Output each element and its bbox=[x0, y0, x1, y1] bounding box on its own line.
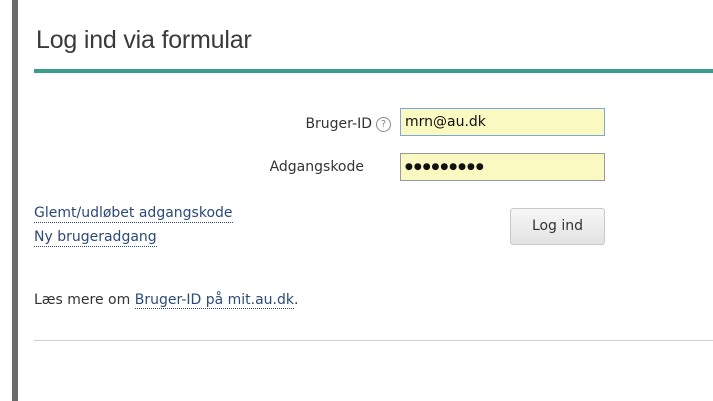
userid-label: Bruger-ID bbox=[305, 116, 372, 132]
login-button[interactable]: Log ind bbox=[510, 208, 605, 245]
read-more-suffix: . bbox=[294, 292, 299, 308]
bottom-divider bbox=[34, 340, 713, 341]
userid-info-link[interactable]: Bruger-ID på mit.au.dk bbox=[134, 292, 295, 309]
read-more-text: Læs mere om Bruger-ID på mit.au.dk. bbox=[34, 292, 299, 309]
new-user-link[interactable]: Ny brugeradgang bbox=[34, 229, 157, 247]
userid-input[interactable] bbox=[400, 108, 605, 136]
password-label: Adgangskode bbox=[269, 159, 364, 175]
read-more-prefix: Læs mere om bbox=[34, 292, 135, 308]
page-title: Log ind via formular bbox=[36, 26, 252, 54]
left-border-bar bbox=[12, 0, 18, 401]
forgot-password-link[interactable]: Glemt/udløbet adgangskode bbox=[34, 205, 233, 223]
password-input[interactable]: ●●●●●●●●● bbox=[400, 153, 605, 181]
help-circle-icon[interactable]: ? bbox=[376, 117, 391, 132]
title-divider bbox=[34, 69, 713, 73]
